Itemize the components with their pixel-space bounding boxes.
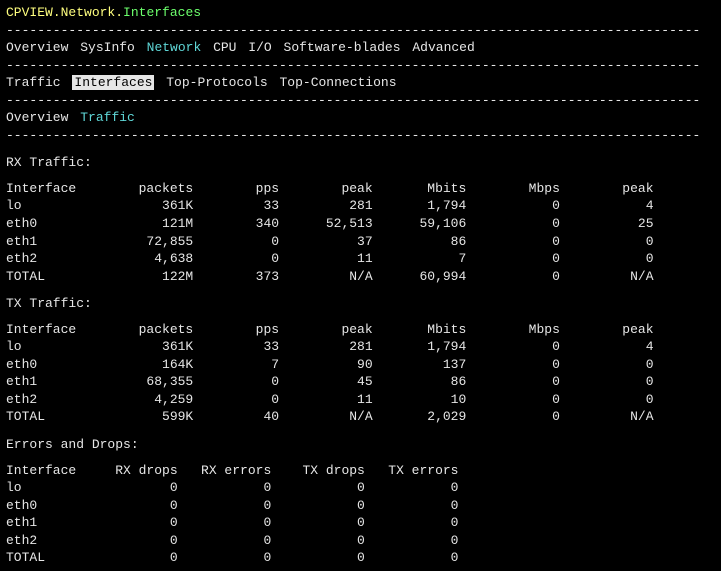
menu-top-item-overview[interactable]: Overview	[6, 40, 68, 55]
table-header: Interface packets pps peak Mbits Mbps pe…	[6, 180, 715, 198]
table-row: eth1 72,855 0 37 86 0 0	[6, 233, 715, 251]
menu-sub-item-top-protocols[interactable]: Top-Protocols	[166, 75, 267, 90]
breadcrumb: CPVIEW.Network.Interfaces	[6, 4, 715, 22]
table-row: eth1 0 0 0 0	[6, 514, 715, 532]
divider: ----------------------------------------…	[6, 92, 715, 110]
table-header: Interface packets pps peak Mbits Mbps pe…	[6, 321, 715, 339]
menu-top-item-network[interactable]: Network	[147, 40, 202, 55]
table-row: lo 361K 33 281 1,794 0 4	[6, 197, 715, 215]
err-title: Errors and Drops:	[6, 436, 715, 454]
menu-sub: Traffic Interfaces Top-Protocols Top-Con…	[6, 74, 715, 92]
table-row: eth1 68,355 0 45 86 0 0	[6, 373, 715, 391]
table-row: TOTAL 122M 373 N/A 60,994 0 N/A	[6, 268, 715, 286]
rx-table: Interface packets pps peak Mbits Mbps pe…	[6, 180, 715, 285]
menu-sub-item-interfaces[interactable]: Interfaces	[72, 75, 154, 90]
menu-top-item-sysinfo[interactable]: SysInfo	[80, 40, 135, 55]
err-table: Interface RX drops RX errors TX drops TX…	[6, 462, 715, 567]
table-row: eth2 0 0 0 0	[6, 532, 715, 550]
breadcrumb-section: Network	[61, 5, 116, 20]
table-row: eth0 121M 340 52,513 59,106 0 25	[6, 215, 715, 233]
divider: ----------------------------------------…	[6, 22, 715, 40]
tx-title: TX Traffic:	[6, 295, 715, 313]
table-row: eth0 164K 7 90 137 0 0	[6, 356, 715, 374]
menu-third-item-traffic[interactable]: Traffic	[80, 110, 135, 125]
breadcrumb-app: CPVIEW	[6, 5, 53, 20]
menu-third: Overview Traffic	[6, 109, 715, 127]
breadcrumb-page: Interfaces	[123, 5, 201, 20]
menu-sub-item-traffic[interactable]: Traffic	[6, 75, 61, 90]
menu-top-item-cpu[interactable]: CPU	[213, 40, 236, 55]
tx-table: Interface packets pps peak Mbits Mbps pe…	[6, 321, 715, 426]
table-row: eth0 0 0 0 0	[6, 497, 715, 515]
table-row: lo 0 0 0 0	[6, 479, 715, 497]
menu-top-item-i/o[interactable]: I/O	[248, 40, 271, 55]
rx-title: RX Traffic:	[6, 154, 715, 172]
table-row: eth2 4,259 0 11 10 0 0	[6, 391, 715, 409]
menu-top-item-advanced[interactable]: Advanced	[412, 40, 474, 55]
menu-top-item-software-blades[interactable]: Software-blades	[284, 40, 401, 55]
table-row: lo 361K 33 281 1,794 0 4	[6, 338, 715, 356]
table-row: TOTAL 599K 40 N/A 2,029 0 N/A	[6, 408, 715, 426]
table-row: TOTAL 0 0 0 0	[6, 549, 715, 567]
menu-sub-item-top-connections[interactable]: Top-Connections	[279, 75, 396, 90]
menu-top: Overview SysInfo Network CPU I/O Softwar…	[6, 39, 715, 57]
menu-third-item-overview[interactable]: Overview	[6, 110, 68, 125]
table-header: Interface RX drops RX errors TX drops TX…	[6, 462, 715, 480]
divider: ----------------------------------------…	[6, 57, 715, 75]
table-row: eth2 4,638 0 11 7 0 0	[6, 250, 715, 268]
divider: ----------------------------------------…	[6, 127, 715, 145]
